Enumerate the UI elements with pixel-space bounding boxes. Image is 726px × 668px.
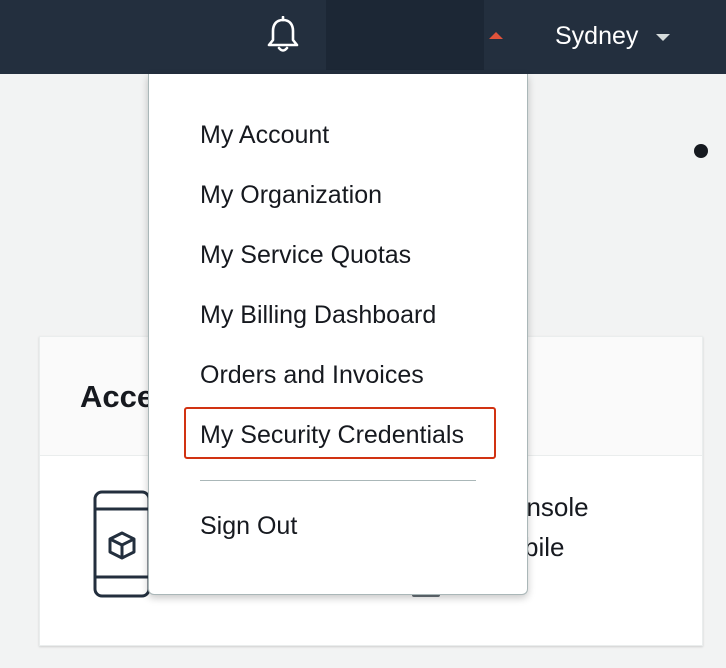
account-dropdown-menu: My Account My Organization My Service Qu… — [148, 74, 528, 595]
menu-item-my-account[interactable]: My Account — [200, 120, 329, 150]
account-menu-button[interactable] — [326, 0, 484, 70]
mobile-app-icon — [92, 489, 152, 599]
caret-down-icon — [656, 33, 671, 41]
menu-item-orders-and-invoices[interactable]: Orders and Invoices — [200, 360, 424, 390]
menu-divider — [200, 480, 476, 481]
status-dot — [694, 144, 708, 158]
top-navigation-bar: Sydney — [0, 0, 726, 74]
menu-item-my-organization[interactable]: My Organization — [200, 180, 382, 210]
caret-up-icon[interactable] — [489, 32, 503, 39]
menu-item-sign-out[interactable]: Sign Out — [200, 511, 297, 541]
bell-icon[interactable] — [266, 15, 300, 54]
menu-item-my-security-credentials[interactable]: My Security Credentials — [200, 420, 464, 450]
region-label: Sydney — [555, 21, 639, 50]
region-selector[interactable]: Sydney — [555, 19, 671, 53]
menu-item-my-billing-dashboard[interactable]: My Billing Dashboard — [200, 300, 436, 330]
menu-item-my-service-quotas[interactable]: My Service Quotas — [200, 240, 411, 270]
